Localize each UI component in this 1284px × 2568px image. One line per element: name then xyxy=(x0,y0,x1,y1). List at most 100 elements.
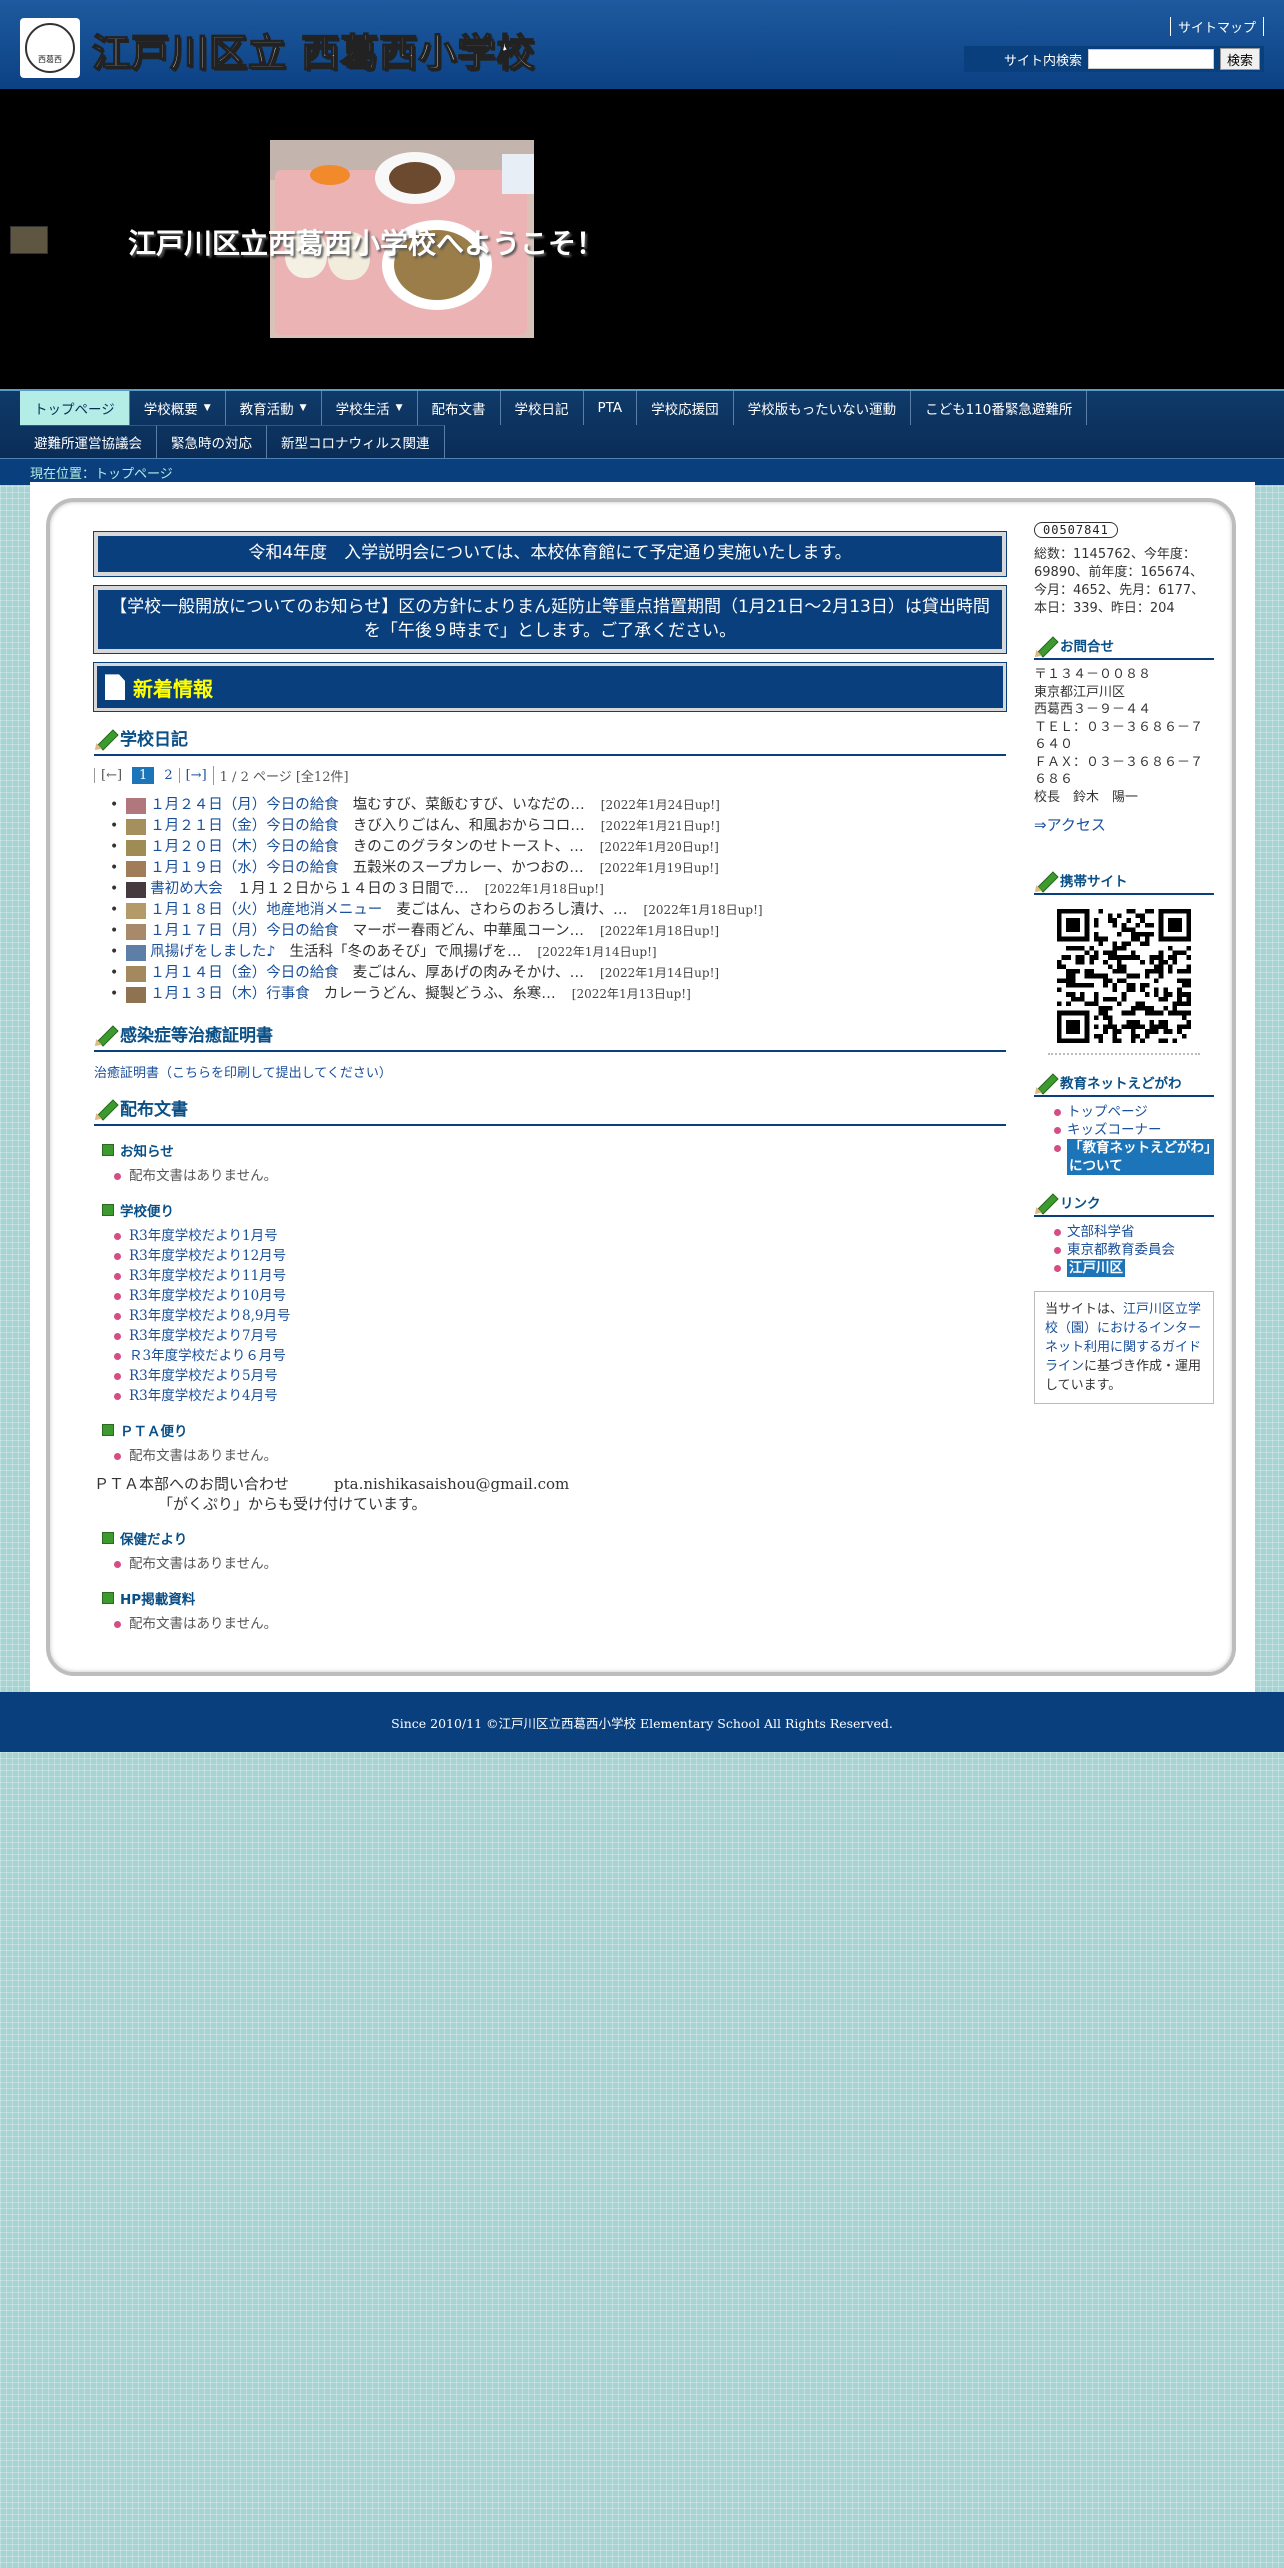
cert-link[interactable]: 治癒証明書（こちらを印刷して提出してください） xyxy=(94,1062,1006,1081)
search-button[interactable]: 検索 xyxy=(1219,48,1260,70)
doc-item: R3年度学校だより10月号 xyxy=(114,1286,1006,1306)
address-line: 校長 鈴木 陽一 xyxy=(1034,789,1139,805)
slide-thumbnail[interactable] xyxy=(10,226,48,254)
diary-thumbnail[interactable] xyxy=(126,860,147,877)
nav-item[interactable]: 学校日記 xyxy=(501,391,584,425)
nav-item-label: 緊急時の対応 xyxy=(171,436,252,452)
doc-item-link[interactable]: R3年度学校だより7月号 xyxy=(129,1326,278,1346)
diary-item-title[interactable]: １月１７日（月）今日の給食 xyxy=(150,921,339,942)
nav-item-label: 学校日記 xyxy=(514,402,569,418)
doc-category-title[interactable]: HP掲載資料 xyxy=(94,1588,1006,1608)
diary-thumbnail[interactable] xyxy=(126,944,147,961)
doc-item-link[interactable]: R3年度学校だより5月号 xyxy=(129,1366,278,1386)
diary-item-title[interactable]: 凧揚げをしました♪ xyxy=(150,942,275,963)
diary-thumbnail[interactable] xyxy=(126,797,147,814)
pencil-icon xyxy=(1034,634,1056,656)
address-line: ＦＡＸ：０３－３６８６－７６８６ xyxy=(1034,754,1204,788)
nav-item-label: 学校生活 xyxy=(335,402,390,418)
doc-item-link[interactable]: R3年度学校だより4月号 xyxy=(129,1386,278,1406)
nav-item[interactable]: トップページ xyxy=(20,391,130,425)
diary-thumbnail[interactable] xyxy=(126,818,147,835)
school-emblem-icon[interactable]: 西葛西 xyxy=(20,18,80,78)
nav-item[interactable]: 学校概要 ▼ xyxy=(130,391,226,425)
diary-item-title[interactable]: １月１４日（金）今日の給食 xyxy=(150,963,339,984)
visitor-counter: 00507841 xyxy=(1034,522,1118,538)
breadcrumb: 現在位置：トップページ xyxy=(0,458,1284,485)
guideline-pre: 当サイトは、 xyxy=(1045,1302,1124,1317)
doc-item-link[interactable]: R3年度学校だより11月号 xyxy=(129,1266,286,1286)
news-heading-text: 新着情報 xyxy=(133,676,213,701)
guideline-box: 当サイトは、江戸川区立学校（園）におけるインターネット利用に関するガイドラインに… xyxy=(1034,1291,1214,1404)
sidebar-link[interactable]: 江戸川区 xyxy=(1067,1259,1125,1277)
nav-item[interactable]: 避難所運営協議会 xyxy=(20,425,157,458)
search-label: サイト内検索 xyxy=(1003,53,1082,69)
pager-prev[interactable]: [←] xyxy=(94,768,128,784)
doc-item-link[interactable]: R3年度学校だより8,9月号 xyxy=(129,1306,290,1326)
site-title[interactable]: 江戸川区立 西葛西小学校 xyxy=(91,22,535,77)
welcome-title: 江戸川区立西葛西小学校へようこそ！ xyxy=(128,227,605,260)
diary-item-title[interactable]: 書初め大会 xyxy=(150,879,223,900)
diary-item-date: [2022年1月14日up!] xyxy=(537,945,657,960)
sidebar-link[interactable]: 「教育ネットえどがわ」について xyxy=(1067,1139,1214,1175)
diary-item-summary: 五穀米のスープカレー、かつおの… xyxy=(352,860,584,877)
doc-category-title[interactable]: 学校便り xyxy=(94,1200,1006,1220)
doc-item-link[interactable]: Ｒ3年度学校だより６月号 xyxy=(129,1346,286,1366)
diary-item-title[interactable]: １月２４日（月）今日の給食 xyxy=(150,795,339,816)
diary-item: １月２０日（木）今日の給食きのこのグラタンのせトースト、… [2022年1月20日… xyxy=(110,837,1006,858)
nav-item[interactable]: 教育活動 ▼ xyxy=(226,391,322,425)
main-column: 令和4年度 入学説明会については、本校体育館にて予定通り実施いたします。 【学校… xyxy=(93,531,1007,1634)
nav-item[interactable]: 配布文書 xyxy=(418,391,501,425)
divider xyxy=(1048,1053,1200,1055)
nav-item[interactable]: 学校応援団 xyxy=(637,391,734,425)
doc-category-title[interactable]: 保健だより xyxy=(94,1528,1006,1548)
diary-item-date: [2022年1月18日up!] xyxy=(484,882,604,897)
doc-item-link[interactable]: R3年度学校だより1月号 xyxy=(129,1226,278,1246)
doc-category-title[interactable]: ＰＴＡ便り xyxy=(94,1420,1006,1440)
nav-item[interactable]: 学校生活 ▼ xyxy=(322,391,418,425)
nav-item-label: PTA xyxy=(597,400,623,416)
diary-title[interactable]: 学校日記 xyxy=(120,725,188,750)
nav-item[interactable]: 緊急時の対応 xyxy=(157,425,267,458)
nav-item-label: 教育活動 xyxy=(239,402,294,418)
diary-item-title[interactable]: １月２１日（金）今日の給食 xyxy=(150,816,339,837)
diary-item-title[interactable]: １月１９日（水）今日の給食 xyxy=(150,858,339,879)
diary-item-title[interactable]: １月１８日（火）地産地消メニュー xyxy=(150,900,382,921)
doc-list: 配布文書はありません。 xyxy=(114,1446,1006,1466)
diary-thumbnail[interactable] xyxy=(126,923,147,940)
pager-page-2[interactable]: 2 xyxy=(158,768,178,783)
sidebar-link[interactable]: 文部科学省 xyxy=(1067,1223,1135,1241)
nav-item[interactable]: こども110番緊急避難所 xyxy=(911,391,1088,425)
notice-briefing: 令和4年度 入学説明会については、本校体育館にて予定通り実施いたします。 xyxy=(93,531,1007,577)
sitemap-link[interactable]: サイトマップ xyxy=(1169,17,1264,36)
doc-category-title[interactable]: お知らせ xyxy=(94,1140,1006,1160)
sidebar-link[interactable]: 東京都教育委員会 xyxy=(1067,1241,1175,1259)
nav-item[interactable]: 新型コロナウィルス関連 xyxy=(267,425,445,458)
diary-thumbnail[interactable] xyxy=(126,839,147,856)
search-input[interactable] xyxy=(1087,49,1214,69)
hero-banner: 江戸川区立西葛西小学校へようこそ！ xyxy=(0,89,1284,389)
access-link[interactable]: ⇒アクセス xyxy=(1034,814,1214,835)
diary-item-title[interactable]: １月２０日（木）今日の給食 xyxy=(150,837,339,858)
diary-item-summary: きのこのグラタンのせトースト、… xyxy=(352,839,584,856)
nav-item-label: トップページ xyxy=(34,402,115,418)
diary-item-title[interactable]: １月１３日（木）行事食 xyxy=(150,984,310,1005)
sidebar-link[interactable]: トップページ xyxy=(1067,1103,1148,1121)
diary-item: １月１３日（木）行事食カレーうどん、擬製どうふ、糸寒… [2022年1月13日up… xyxy=(110,984,1006,1005)
doc-item-link[interactable]: R3年度学校だより10月号 xyxy=(129,1286,286,1306)
diary-thumbnail[interactable] xyxy=(126,881,147,898)
contact-title: お問合せ xyxy=(1034,634,1214,660)
pager-next[interactable]: [→] xyxy=(178,768,213,784)
diary-item-summary: 麦ごはん、厚あげの肉みそかけ、… xyxy=(352,965,585,982)
doc-item: R3年度学校だより8,9月号 xyxy=(114,1306,1006,1326)
doc-empty-text: 配布文書はありません。 xyxy=(114,1166,1006,1186)
sidebar-link[interactable]: キッズコーナー xyxy=(1067,1121,1162,1139)
pta-contact-line1: ＰＴＡ本部へのお問い合わせ pta.nishikasaishou@gmail.c… xyxy=(94,1475,570,1494)
diary-thumbnail[interactable] xyxy=(126,902,147,919)
links-list: 文部科学省 東京都教育委員会 江戸川区 xyxy=(1054,1223,1214,1277)
nav-item[interactable]: 学校版もったいない運動 xyxy=(734,391,912,425)
doc-item-link[interactable]: R3年度学校だより12月号 xyxy=(129,1246,286,1266)
diary-thumbnail[interactable] xyxy=(126,965,147,982)
diary-thumbnail[interactable] xyxy=(126,986,147,1003)
nav-item[interactable]: PTA xyxy=(584,391,638,425)
nav-item-label: 学校応援団 xyxy=(651,402,719,418)
